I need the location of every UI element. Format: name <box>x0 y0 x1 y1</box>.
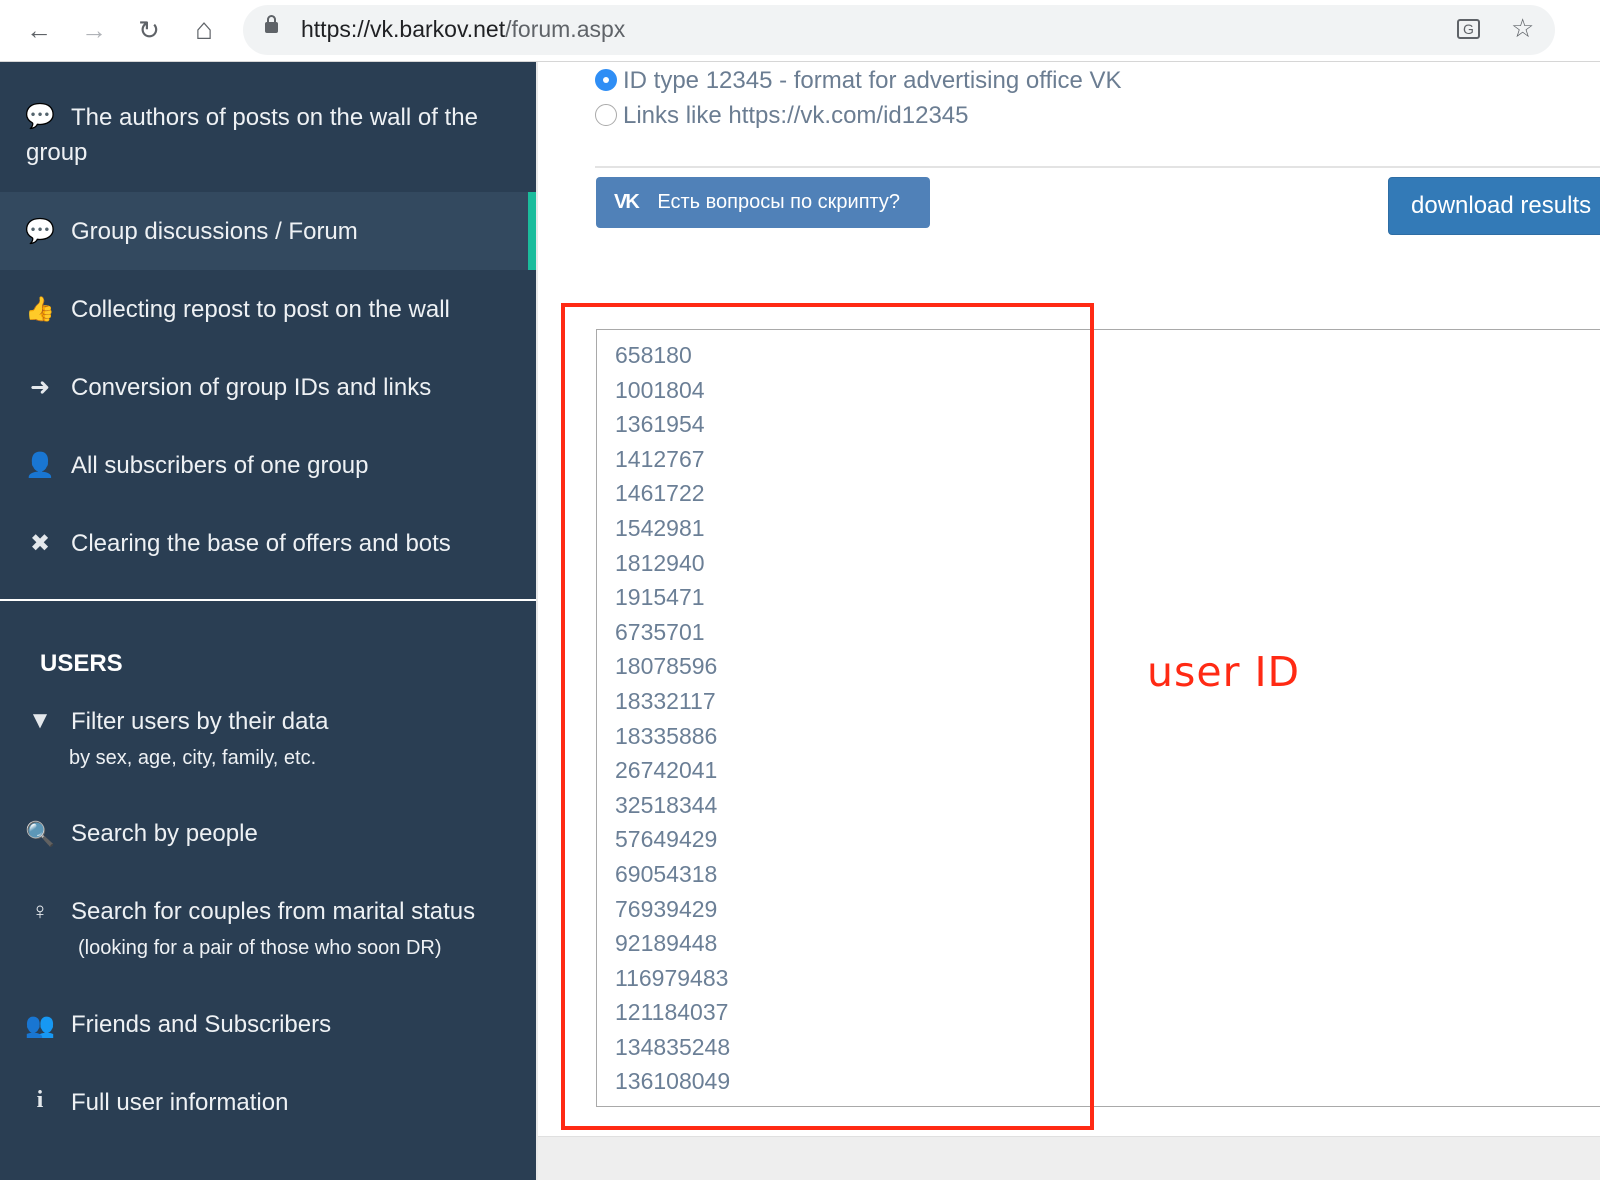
annotation-user-id: user ID <box>1147 648 1301 696</box>
sidebar-item-label: All subscribers of one group <box>71 452 369 479</box>
sidebar-item-sublabel: (looking for a pair of those who soon DR… <box>78 937 442 959</box>
highlight-box <box>561 303 1094 1130</box>
sidebar-item-full-info[interactable]: i Full user information <box>0 1073 536 1133</box>
star-icon[interactable]: ☆ <box>1511 13 1534 44</box>
main-content: ID type 12345 - format for advertising o… <box>536 62 1600 1180</box>
sidebar-item-forum[interactable]: 💬 Group discussions / Forum <box>0 192 536 270</box>
comments-icon: 💬 <box>25 218 55 245</box>
forward-icon[interactable]: → <box>77 14 111 46</box>
reload-icon[interactable]: ↻ <box>132 14 166 46</box>
arrow-right-icon: ➜ <box>29 374 51 401</box>
url-text[interactable]: https://vk.barkov.net/forum.aspx <box>301 16 625 43</box>
sidebar-item-reposts[interactable]: 👍 Collecting repost to post on the wall <box>0 270 536 348</box>
sidebar-item-label: Clearing the base of offers and bots <box>71 530 451 557</box>
person-icon: ♀ <box>31 898 49 925</box>
separator <box>595 166 1600 168</box>
browser-toolbar: ← → ↻ ⌂ https://vk.barkov.net/forum.aspx… <box>0 0 1600 62</box>
info-icon: i <box>36 1087 44 1113</box>
thumbs-up-icon: 👍 <box>25 296 55 323</box>
sidebar-divider <box>0 599 536 601</box>
sidebar-item-label: Collecting repost to post on the wall <box>71 296 450 323</box>
lock-icon <box>265 15 278 33</box>
sidebar-item-clearing[interactable]: ✖ Clearing the base of offers and bots <box>0 504 536 582</box>
sidebar: 💬 The authors of posts on the wall of th… <box>0 62 536 1180</box>
sidebar-item-subscribers[interactable]: 👤 All subscribers of one group <box>0 426 536 504</box>
sidebar-item-label: The authors of posts on the wall of the <box>71 104 478 131</box>
sidebar-item-sublabel: by sex, age, city, family, etc. <box>69 747 317 769</box>
sidebar-item-label: Filter users by their data <box>71 708 329 735</box>
vk-logo-icon: VK <box>614 191 640 213</box>
sidebar-item-wall-authors[interactable]: 💬 The authors of posts on the wall of th… <box>0 62 536 192</box>
back-icon[interactable]: ← <box>22 14 56 46</box>
footer-bar <box>538 1136 1600 1180</box>
sidebar-item-label: Friends and Subscribers <box>71 1011 332 1038</box>
radio-label-link-format[interactable]: Links like https://vk.com/id12345 <box>623 102 969 130</box>
sidebar-item-label-cont: group <box>26 139 88 166</box>
vk-button-label: Есть вопросы по скрипту? <box>657 191 901 213</box>
comment-icon: 💬 <box>25 103 55 130</box>
download-results-button[interactable]: download results <box>1388 177 1600 235</box>
vk-questions-button[interactable]: VK Есть вопросы по скрипту? <box>596 177 930 228</box>
url-path: /forum.aspx <box>505 16 626 42</box>
sidebar-item-label: Conversion of group IDs and links <box>71 374 432 401</box>
radio-label-id-format[interactable]: ID type 12345 - format for advertising o… <box>623 67 1121 95</box>
sidebar-item-couples[interactable]: ♀ Search for couples from marital status… <box>0 882 536 972</box>
home-icon[interactable]: ⌂ <box>187 14 221 46</box>
sidebar-item-friends[interactable]: 👥 Friends and Subscribers <box>0 995 536 1055</box>
filter-icon: ▼ <box>28 707 52 734</box>
user-icon: 👤 <box>25 452 55 479</box>
sidebar-item-label: Full user information <box>71 1089 289 1116</box>
sidebar-item-label: Search for couples from marital status <box>71 898 476 925</box>
url-host: https://vk.barkov.net <box>301 16 506 42</box>
sidebar-item-conversion[interactable]: ➜ Conversion of group IDs and links <box>0 348 536 426</box>
radio-link-format[interactable] <box>595 104 617 126</box>
sidebar-item-label: Search by people <box>71 820 258 847</box>
radio-id-format[interactable] <box>595 69 617 91</box>
address-bar[interactable]: https://vk.barkov.net/forum.aspx G ☆ <box>243 5 1555 55</box>
search-icon: 🔍 <box>25 821 55 848</box>
translate-icon[interactable]: G <box>1457 19 1480 39</box>
users-icon: 👥 <box>25 1012 55 1039</box>
sidebar-item-label: Group discussions / Forum <box>71 218 358 245</box>
close-icon: ✖ <box>29 530 51 557</box>
sidebar-item-filter-users[interactable]: ▼ Filter users by their data by sex, age… <box>0 692 536 782</box>
section-heading-users: USERS <box>40 650 123 677</box>
sidebar-item-search-people[interactable]: 🔍 Search by people <box>0 804 536 864</box>
